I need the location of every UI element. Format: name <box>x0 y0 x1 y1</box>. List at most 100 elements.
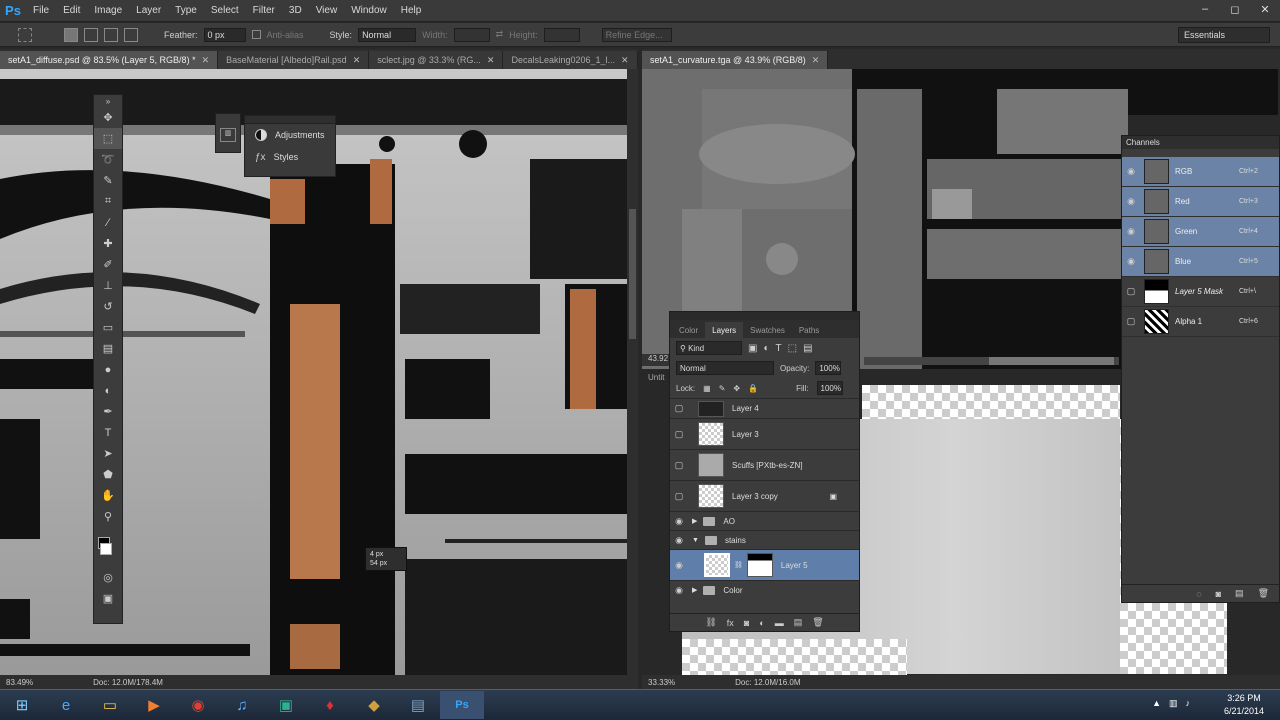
filter-pixel-icon[interactable]: ▣ <box>748 343 757 354</box>
kind-filter-select[interactable]: ⚲ Kind <box>676 341 742 355</box>
file-explorer-icon[interactable]: ▭ <box>88 691 132 719</box>
refine-edge-button[interactable]: Refine Edge... <box>601 27 672 42</box>
menu-view[interactable]: View <box>309 5 345 16</box>
filter-smart-icon[interactable]: ▤ <box>803 343 812 354</box>
layer-name[interactable]: Layer 3 <box>732 430 759 439</box>
media-player-icon[interactable]: ▶ <box>132 691 176 719</box>
scroll-thumb[interactable] <box>989 357 1114 365</box>
menu-window[interactable]: Window <box>344 5 394 16</box>
subtract-selection-icon[interactable] <box>104 27 118 42</box>
marquee-tool-icon[interactable]: ⬚ <box>94 128 122 149</box>
filter-type-icon[interactable]: T <box>776 343 782 354</box>
left-vertical-scrollbar[interactable] <box>627 69 638 675</box>
right-horizontal-scrollbar[interactable] <box>864 357 1119 365</box>
visibility-eye-icon[interactable]: ◉ <box>1122 226 1140 237</box>
add-selection-icon[interactable] <box>84 27 98 42</box>
expand-arrow-icon[interactable]: ▶ <box>692 517 697 525</box>
antialias-checkbox[interactable] <box>251 30 261 39</box>
lock-position-icon[interactable]: ✥ <box>733 384 740 393</box>
layer-row[interactable]: ▢ Scuffs [PXtb-es-ZN] <box>670 449 859 480</box>
close-icon[interactable]: ✕ <box>487 55 495 66</box>
tab-swatches[interactable]: Swatches <box>743 322 792 338</box>
styles-item[interactable]: ƒx Styles <box>245 146 335 168</box>
layer-name[interactable]: Layer 5 <box>781 561 808 570</box>
flame-app-icon[interactable]: ♦ <box>308 691 352 719</box>
tab-diffuse[interactable]: setA1_diffuse.psd @ 83.5% (Layer 5, RGB/… <box>0 51 219 69</box>
channels-title[interactable]: Channels <box>1122 136 1279 149</box>
blend-mode-select[interactable]: Normal <box>676 361 774 375</box>
menu-help[interactable]: Help <box>394 5 429 16</box>
tab-layers[interactable]: Layers <box>705 322 744 338</box>
new-channel-icon[interactable]: ▤ <box>1235 588 1244 599</box>
zoom-tool-icon[interactable]: ⚲ <box>94 506 122 527</box>
mask-link-icon[interactable]: ⛓ <box>734 561 743 569</box>
lock-pixels-icon[interactable]: ✎ <box>719 384 726 393</box>
channel-row[interactable]: ▢ Layer 5 Mask Ctrl+\ <box>1122 277 1279 307</box>
menu-type[interactable]: Type <box>168 5 204 16</box>
eraser-tool-icon[interactable]: ▭ <box>94 317 122 338</box>
healing-tool-icon[interactable]: ✚ <box>94 233 122 254</box>
path-select-tool-icon[interactable]: ➤ <box>94 443 122 464</box>
marquee-preset-icon[interactable] <box>18 27 32 42</box>
visibility-eye-icon[interactable]: ◉ <box>670 585 688 596</box>
layer-group-row[interactable]: ◉ ▼ stains <box>670 530 859 549</box>
collapse-arrow-icon[interactable]: ▼ <box>692 537 699 544</box>
close-icon[interactable]: ✕ <box>621 55 629 66</box>
app3-icon[interactable]: ▤ <box>396 691 440 719</box>
type-tool-icon[interactable]: T <box>94 422 122 443</box>
layer-name[interactable]: AO <box>723 517 735 526</box>
itunes-icon[interactable]: ♫ <box>220 691 264 719</box>
visibility-toggle[interactable]: ▢ <box>1122 286 1140 297</box>
internet-explorer-icon[interactable]: e <box>44 691 88 719</box>
expand-arrow-icon[interactable]: ▶ <box>692 586 697 594</box>
gradient-tool-icon[interactable]: ▤ <box>94 338 122 359</box>
visibility-eye-icon[interactable]: ◉ <box>1122 256 1140 267</box>
crop-tool-icon[interactable]: ⌗ <box>94 191 122 212</box>
tab-basematerial[interactable]: BaseMaterial [Albedo]Rail.psd ✕ <box>218 51 370 69</box>
dodge-tool-icon[interactable]: ◐ <box>94 380 122 401</box>
photoshop-taskbar-icon[interactable]: Ps <box>440 691 484 719</box>
color-swatches-icon[interactable] <box>94 527 122 567</box>
width-input[interactable] <box>453 27 490 42</box>
tab-sclect[interactable]: sclect.jpg @ 33.3% (RG... ✕ <box>369 51 504 69</box>
lock-transparent-icon[interactable]: ▦ <box>703 384 711 393</box>
opacity-input[interactable]: 100% <box>815 361 842 375</box>
channel-row[interactable]: ◉ Red Ctrl+3 <box>1122 187 1279 217</box>
layer-group-row[interactable]: ◉ ▶ Color <box>670 580 859 599</box>
visibility-toggle[interactable]: ▢ <box>670 403 688 414</box>
clock[interactable]: 3:26 PM 6/21/2014 <box>1224 692 1264 718</box>
visibility-toggle[interactable]: ▢ <box>670 429 688 440</box>
eyedropper-tool-icon[interactable]: ∕ <box>94 212 122 233</box>
fill-input[interactable]: 100% <box>816 381 843 395</box>
chrome-icon[interactable]: ◉ <box>176 691 220 719</box>
visibility-eye-icon[interactable]: ◉ <box>1122 166 1140 177</box>
toolbox-collapse-icon[interactable]: » <box>94 95 122 107</box>
quick-select-tool-icon[interactable]: ✎ <box>94 170 122 191</box>
load-selection-icon[interactable]: ◌ <box>1196 589 1201 599</box>
trash-icon[interactable]: 🗑 <box>812 617 823 628</box>
close-icon[interactable]: ✕ <box>812 55 820 66</box>
layer-name[interactable]: Scuffs [PXtb-es-ZN] <box>732 461 803 470</box>
link-icon[interactable]: ⛓ <box>705 617 716 628</box>
menu-image[interactable]: Image <box>87 5 129 16</box>
shape-tool-icon[interactable]: ⬟ <box>94 464 122 485</box>
trash-icon[interactable]: 🗑 <box>1258 588 1269 599</box>
tab-paths[interactable]: Paths <box>792 322 826 338</box>
zoom-readout[interactable]: 33.33% <box>648 678 675 687</box>
layer-row[interactable]: ▢ Layer 3 copy ▣ <box>670 480 859 511</box>
tab-decals[interactable]: DecalsLeaking0206_1_l... ✕ <box>503 51 638 69</box>
adjustment-icon[interactable]: ◐ <box>759 618 764 628</box>
visibility-toggle[interactable]: ▢ <box>670 491 688 502</box>
fx-icon[interactable]: fx <box>727 618 734 628</box>
filter-adjust-icon[interactable]: ◐ <box>763 343 769 354</box>
start-button-icon[interactable]: ⊞ <box>0 691 44 719</box>
tray-arrow-icon[interactable]: ▲ <box>1152 698 1161 709</box>
app2-icon[interactable]: ◆ <box>352 691 396 719</box>
layer-name[interactable]: Layer 3 copy <box>732 492 778 501</box>
save-selection-icon[interactable]: ◙ <box>1216 589 1221 599</box>
stamp-tool-icon[interactable]: ⊥ <box>94 275 122 296</box>
history-brush-icon[interactable]: ↺ <box>94 296 122 317</box>
adjustments-item[interactable]: Adjustments <box>245 124 335 146</box>
layer-row[interactable]: ▢ Layer 3 <box>670 418 859 449</box>
channel-row[interactable]: ◉ Green Ctrl+4 <box>1122 217 1279 247</box>
